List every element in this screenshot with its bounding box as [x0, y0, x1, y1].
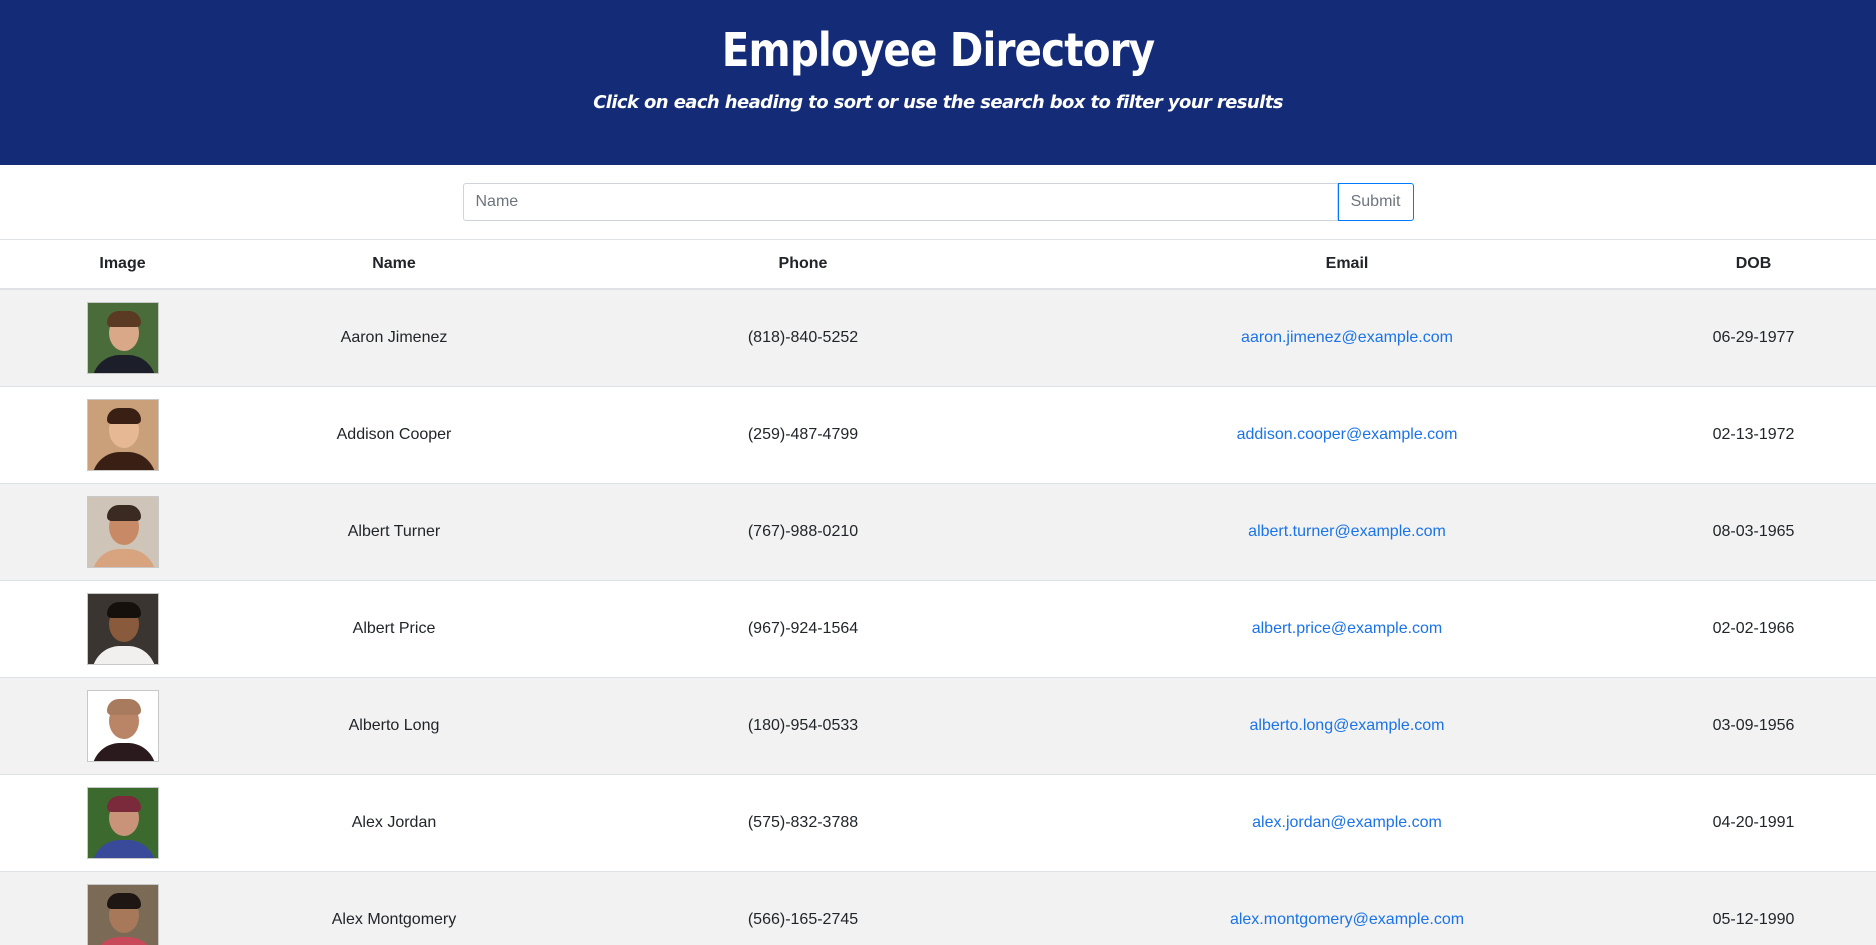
dob-cell: 04-20-1991 — [1631, 773, 1876, 871]
page-header: Employee Directory Click on each heading… — [0, 0, 1876, 165]
table-row: Alex Jordan (575)-832-3788 alex.jordan@exa… — [0, 773, 1876, 871]
email-link[interactable]: alex.jordan@example.com — [1252, 814, 1442, 831]
photo-shoulders — [91, 354, 156, 373]
submit-button[interactable]: Submit — [1337, 183, 1414, 221]
page-subtitle: Click on each heading to sort or use the… — [593, 92, 1283, 113]
name-cell: Alberto Long — [245, 676, 543, 774]
email-cell: alberto.long@example.com — [1063, 676, 1631, 774]
image-cell — [0, 676, 245, 774]
column-header-phone[interactable]: Phone — [543, 240, 1063, 290]
email-link[interactable]: albert.price@example.com — [1252, 620, 1443, 637]
image-cell — [0, 288, 245, 386]
email-link[interactable]: albert.turner@example.com — [1248, 523, 1446, 540]
photo-hair — [106, 407, 141, 424]
email-link[interactable]: addison.cooper@example.com — [1237, 426, 1458, 443]
employee-photo — [86, 398, 159, 471]
table-header-row: Image Name Phone Email DOB — [0, 240, 1876, 290]
email-cell: alex.montgomery@example.com — [1063, 870, 1631, 945]
employee-photo — [86, 592, 159, 665]
dob-cell: 08-03-1965 — [1631, 482, 1876, 580]
phone-cell: (259)-487-4799 — [543, 385, 1063, 483]
table-row: Alex Montgomery (566)-165-2745 alex.montgo… — [0, 870, 1876, 945]
image-cell — [0, 870, 245, 945]
image-cell — [0, 385, 245, 483]
search-form: Submit — [462, 183, 1414, 221]
dob-cell: 02-02-1966 — [1631, 579, 1876, 677]
email-cell: addison.cooper@example.com — [1063, 385, 1631, 483]
table-row: Albert Turner (767)-988-0210 albert.turner… — [0, 482, 1876, 580]
photo-hair — [106, 892, 141, 909]
dob-cell: 02-13-1972 — [1631, 385, 1876, 483]
phone-cell: (575)-832-3788 — [543, 773, 1063, 871]
name-cell: Aaron Jimenez — [245, 288, 543, 386]
photo-hair — [106, 504, 141, 521]
photo-shoulders — [91, 548, 156, 567]
photo-shoulders — [91, 451, 156, 470]
table-row: Alberto Long (180)-954-0533 alberto.long@e… — [0, 676, 1876, 774]
photo-hair — [106, 601, 141, 618]
column-header-email[interactable]: Email — [1063, 240, 1631, 290]
email-link[interactable]: alex.montgomery@example.com — [1230, 911, 1464, 928]
employee-photo — [86, 786, 159, 859]
name-cell: Albert Turner — [245, 482, 543, 580]
name-cell: Alex Montgomery — [245, 870, 543, 945]
photo-shoulders — [91, 936, 156, 945]
image-cell — [0, 773, 245, 871]
table-row: Addison Cooper (259)-487-4799 addison.coop… — [0, 385, 1876, 483]
search-input[interactable] — [462, 183, 1338, 221]
photo-hair — [106, 795, 141, 812]
dob-cell: 03-09-1956 — [1631, 676, 1876, 774]
image-cell — [0, 482, 245, 580]
employee-photo — [86, 689, 159, 762]
phone-cell: (767)-988-0210 — [543, 482, 1063, 580]
photo-shoulders — [91, 742, 156, 761]
employee-table: Image Name Phone Email DOB Aaron Jimenez… — [0, 240, 1876, 945]
phone-cell: (967)-924-1564 — [543, 579, 1063, 677]
phone-cell: (180)-954-0533 — [543, 676, 1063, 774]
dob-cell: 05-12-1990 — [1631, 870, 1876, 945]
name-cell: Alex Jordan — [245, 773, 543, 871]
employee-photo — [86, 495, 159, 568]
column-header-dob[interactable]: DOB — [1631, 240, 1876, 290]
email-cell: alex.jordan@example.com — [1063, 773, 1631, 871]
employee-photo — [86, 883, 159, 945]
phone-cell: (818)-840-5252 — [543, 288, 1063, 386]
page-title: Employee Directory — [721, 23, 1155, 77]
phone-cell: (566)-165-2745 — [543, 870, 1063, 945]
email-cell: albert.turner@example.com — [1063, 482, 1631, 580]
dob-cell: 06-29-1977 — [1631, 288, 1876, 386]
table-body: Aaron Jimenez (818)-840-5252 aaron.jimenez… — [0, 288, 1876, 945]
search-bar: Submit — [0, 165, 1876, 240]
name-cell: Albert Price — [245, 579, 543, 677]
photo-hair — [106, 310, 141, 327]
photo-shoulders — [91, 839, 156, 858]
name-cell: Addison Cooper — [245, 385, 543, 483]
email-link[interactable]: alberto.long@example.com — [1249, 717, 1444, 734]
photo-shoulders — [91, 645, 156, 664]
email-cell: aaron.jimenez@example.com — [1063, 288, 1631, 386]
email-cell: albert.price@example.com — [1063, 579, 1631, 677]
employee-photo — [86, 301, 159, 374]
image-cell — [0, 579, 245, 677]
column-header-name[interactable]: Name — [245, 240, 543, 290]
photo-hair — [106, 698, 141, 715]
table-row: Aaron Jimenez (818)-840-5252 aaron.jimenez… — [0, 288, 1876, 386]
table-row: Albert Price (967)-924-1564 albert.price@e… — [0, 579, 1876, 677]
column-header-image[interactable]: Image — [0, 240, 245, 290]
email-link[interactable]: aaron.jimenez@example.com — [1241, 329, 1453, 346]
